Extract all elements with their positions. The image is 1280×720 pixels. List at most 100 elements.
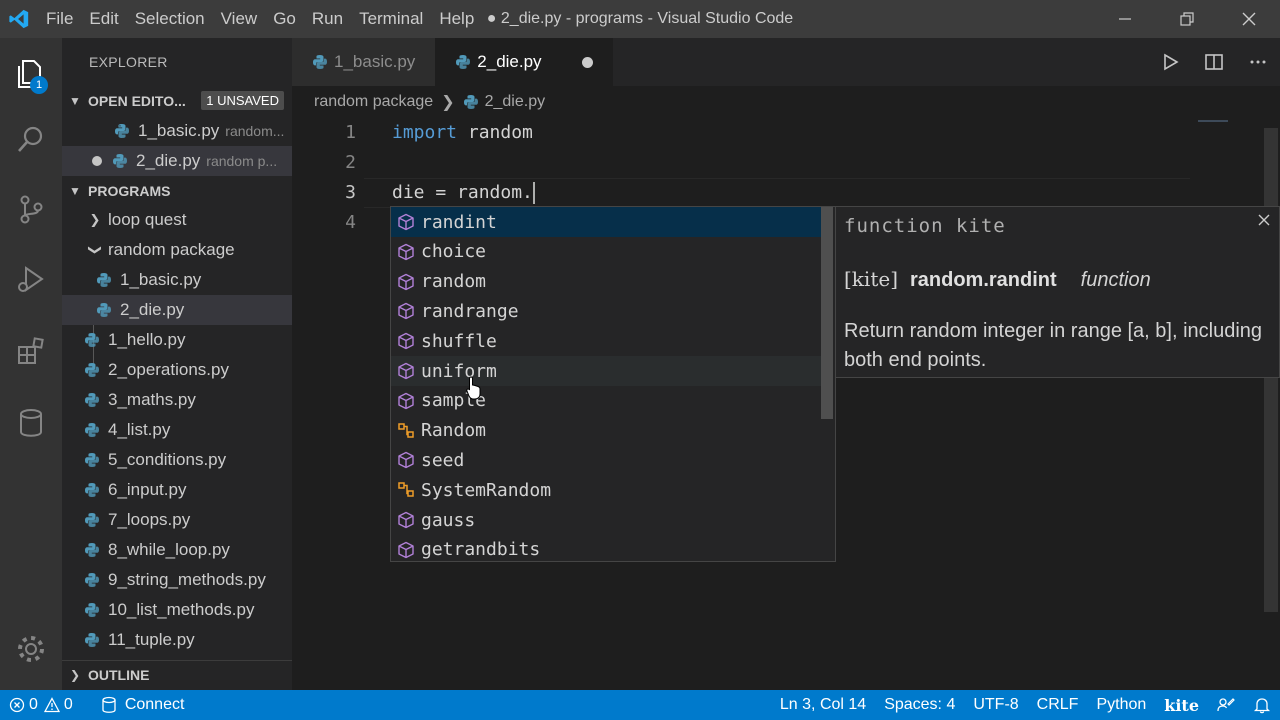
minimap-line bbox=[1198, 120, 1228, 122]
problems-indicator[interactable]: 0 0 bbox=[0, 690, 82, 720]
suggestion-kind-icon bbox=[391, 481, 421, 499]
suggestion-item[interactable]: shuffle bbox=[391, 326, 821, 356]
menu-go[interactable]: Go bbox=[265, 0, 304, 38]
minimize-button[interactable] bbox=[1094, 0, 1156, 38]
feedback-button[interactable] bbox=[1208, 690, 1244, 720]
suggestion-label: random bbox=[421, 271, 487, 293]
file-label: 9_string_methods.py bbox=[108, 570, 266, 589]
file-item[interactable]: 9_string_methods.py bbox=[62, 565, 292, 595]
tab-label: 1_basic.py bbox=[334, 52, 416, 71]
file-label: 1_hello.py bbox=[108, 330, 186, 349]
suggestion-item[interactable]: Random bbox=[391, 416, 821, 446]
open-editor-desc: random... bbox=[225, 123, 285, 139]
suggestion-item[interactable]: sample bbox=[391, 386, 821, 416]
minimize-icon bbox=[1119, 18, 1131, 20]
class-icon bbox=[398, 422, 414, 438]
open-editor-2-die[interactable]: 2_die.py random p... bbox=[62, 146, 292, 176]
open-editors-header[interactable]: ▼ OPEN EDITO... 1 UNSAVED bbox=[62, 86, 292, 115]
breadcrumb-folder[interactable]: random package bbox=[314, 93, 433, 111]
restore-button[interactable] bbox=[1156, 0, 1218, 38]
suggestion-item[interactable]: gauss bbox=[391, 505, 821, 535]
connect-button[interactable]: Connect bbox=[92, 690, 194, 720]
line-number: 2 bbox=[345, 152, 356, 173]
kite-tag: [kite] bbox=[844, 267, 898, 291]
feedback-icon bbox=[1217, 698, 1235, 712]
file-label: 5_conditions.py bbox=[108, 450, 227, 469]
search-activity[interactable] bbox=[0, 108, 62, 170]
run-file-button[interactable] bbox=[1148, 38, 1192, 86]
method-cube-icon bbox=[398, 452, 414, 469]
file-item[interactable]: 7_loops.py bbox=[62, 505, 292, 535]
menu-selection[interactable]: Selection bbox=[127, 0, 213, 38]
split-editor-button[interactable] bbox=[1192, 38, 1236, 86]
suggest-scrollbar[interactable] bbox=[821, 207, 833, 419]
run-debug-activity[interactable] bbox=[0, 248, 62, 310]
notifications-button[interactable] bbox=[1244, 690, 1280, 720]
suggestion-item[interactable]: SystemRandom bbox=[391, 475, 821, 505]
menu-file[interactable]: File bbox=[38, 0, 81, 38]
file-label: 3_maths.py bbox=[108, 390, 196, 409]
file-item[interactable]: 2_operations.py bbox=[62, 355, 292, 385]
tab-1-basic[interactable]: 1_basic.py bbox=[292, 38, 436, 86]
explorer-sidebar: EXPLORER ▼ OPEN EDITO... 1 UNSAVED 1_bas… bbox=[62, 38, 292, 690]
file-item[interactable]: 10_list_methods.py bbox=[62, 595, 292, 625]
code-line-1[interactable]: import random bbox=[392, 118, 533, 148]
programs-header[interactable]: ▼ PROGRAMS bbox=[62, 176, 292, 205]
database-activity[interactable] bbox=[0, 392, 62, 454]
end-of-line[interactable]: CRLF bbox=[1028, 690, 1088, 720]
file-item[interactable]: 8_while_loop.py bbox=[62, 535, 292, 565]
unsaved-dot-icon[interactable] bbox=[581, 56, 593, 68]
chevron-down-icon: ▼ bbox=[69, 93, 81, 108]
bell-icon bbox=[1253, 698, 1271, 714]
folder-random-package[interactable]: ❯ random package bbox=[62, 235, 292, 265]
tab-2-die[interactable]: 2_die.py bbox=[435, 38, 613, 86]
suggestion-item[interactable]: seed bbox=[391, 445, 821, 475]
language-mode[interactable]: Python bbox=[1087, 690, 1155, 720]
breadcrumb-file[interactable]: 2_die.py bbox=[485, 93, 546, 111]
python-file-icon bbox=[113, 154, 127, 168]
explorer-activity[interactable]: 1 bbox=[0, 42, 62, 104]
unsaved-dot-icon[interactable] bbox=[92, 156, 102, 166]
suggestion-item[interactable]: getrandbits bbox=[391, 535, 821, 561]
file-1-basic[interactable]: 1_basic.py bbox=[62, 265, 292, 295]
file-item[interactable]: 11_tuple.py bbox=[62, 625, 292, 655]
file-item[interactable]: 3_maths.py bbox=[62, 385, 292, 415]
source-control-activity[interactable] bbox=[0, 178, 62, 240]
method-cube-icon bbox=[398, 511, 414, 529]
suggestion-item[interactable]: random bbox=[391, 267, 821, 297]
suggestion-kind-icon bbox=[391, 213, 421, 231]
status-bar: 0 0 Connect Ln 3, Col 14 Spaces: 4 UTF-8… bbox=[0, 690, 1280, 720]
more-actions-button[interactable] bbox=[1236, 38, 1280, 86]
kite-status[interactable]: kite bbox=[1155, 690, 1208, 720]
file-item[interactable]: 4_list.py bbox=[62, 415, 292, 445]
menu-run[interactable]: Run bbox=[304, 0, 351, 38]
cursor-position[interactable]: Ln 3, Col 14 bbox=[771, 690, 875, 720]
suggestion-item[interactable]: choice bbox=[391, 237, 821, 267]
encoding[interactable]: UTF-8 bbox=[964, 690, 1027, 720]
python-file-icon bbox=[85, 573, 99, 587]
suggestion-item[interactable]: randint bbox=[391, 207, 821, 237]
code-line-3[interactable]: die = random. bbox=[392, 178, 535, 208]
file-2-die[interactable]: 2_die.py bbox=[62, 295, 292, 325]
file-item[interactable]: 6_input.py bbox=[62, 475, 292, 505]
manage-activity[interactable] bbox=[0, 618, 62, 680]
file-item[interactable]: 5_conditions.py bbox=[62, 445, 292, 475]
open-editor-1-basic[interactable]: 1_basic.py random... bbox=[62, 116, 292, 146]
indentation[interactable]: Spaces: 4 bbox=[875, 690, 964, 720]
menu-help[interactable]: Help bbox=[431, 0, 482, 38]
file-item[interactable]: 1_hello.py bbox=[62, 325, 292, 355]
folder-label: loop quest bbox=[108, 210, 187, 229]
suggestion-item[interactable]: uniform bbox=[391, 356, 821, 386]
extensions-activity[interactable] bbox=[0, 320, 62, 382]
folder-loop-quest[interactable]: ❯ loop quest bbox=[62, 205, 292, 235]
menu-view[interactable]: View bbox=[213, 0, 266, 38]
menu-terminal[interactable]: Terminal bbox=[351, 0, 431, 38]
autocomplete-list: randint choice random randrange shuffle unifo… bbox=[390, 206, 836, 562]
suggestion-item[interactable]: randrange bbox=[391, 296, 821, 326]
settings-gear-icon bbox=[18, 636, 44, 662]
close-details-button[interactable] bbox=[1257, 211, 1271, 232]
outline-header[interactable]: ❯ OUTLINE bbox=[62, 660, 292, 689]
details-signature: [kite] random.randint function bbox=[844, 267, 1151, 292]
close-window-button[interactable] bbox=[1218, 0, 1280, 38]
menu-edit[interactable]: Edit bbox=[81, 0, 126, 38]
